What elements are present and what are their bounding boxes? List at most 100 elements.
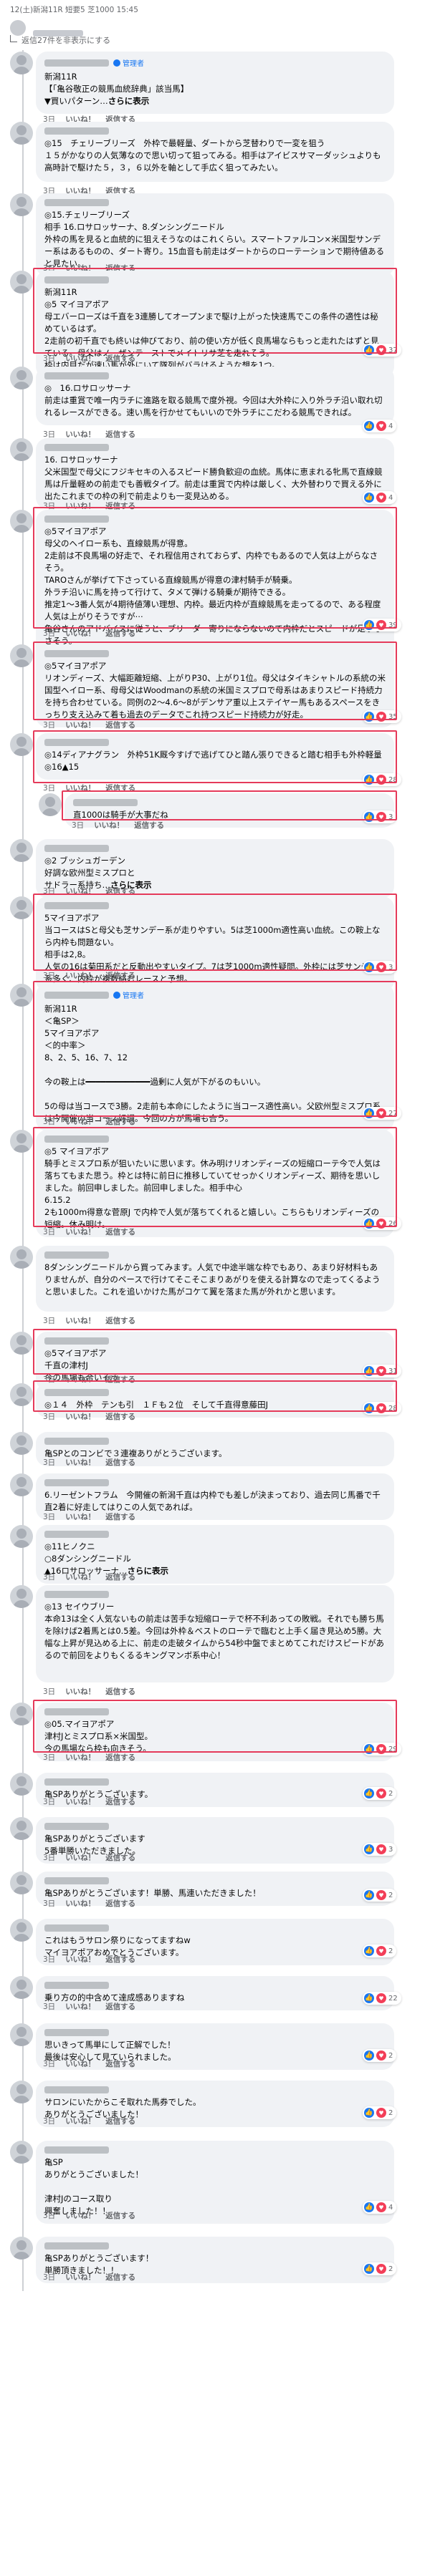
reaction-count[interactable]: 👍 ♥ 2 bbox=[363, 1889, 397, 1902]
avatar[interactable] bbox=[10, 1432, 33, 1455]
author-name-redacted[interactable] bbox=[73, 799, 138, 806]
comment-timestamp[interactable]: 3日 bbox=[43, 628, 55, 639]
comment-timestamp[interactable]: 3日 bbox=[43, 2001, 55, 2012]
avatar[interactable] bbox=[10, 839, 33, 862]
reaction-count[interactable]: 👍 ♥ 2 bbox=[363, 2262, 397, 2275]
avatar[interactable] bbox=[39, 793, 62, 816]
author-name-redacted[interactable] bbox=[44, 372, 109, 379]
like-button[interactable]: いいね！ bbox=[65, 1898, 95, 1909]
reply-button[interactable]: 返信する bbox=[105, 2001, 135, 2012]
comment-timestamp[interactable]: 3日 bbox=[43, 1572, 55, 1582]
like-button[interactable]: いいね！ bbox=[65, 1116, 95, 1127]
comment-timestamp[interactable]: 3日 bbox=[43, 353, 55, 364]
like-button[interactable]: いいね！ bbox=[94, 820, 124, 831]
avatar[interactable] bbox=[10, 2023, 33, 2046]
like-button[interactable]: いいね！ bbox=[65, 1226, 95, 1237]
author-name-redacted[interactable] bbox=[44, 650, 109, 657]
reply-button[interactable]: 返信する bbox=[105, 353, 135, 364]
like-button[interactable]: いいね！ bbox=[65, 2116, 95, 2126]
author-name-redacted[interactable] bbox=[44, 1982, 109, 1989]
avatar[interactable] bbox=[10, 644, 33, 667]
avatar[interactable] bbox=[10, 193, 33, 216]
author-name-redacted[interactable] bbox=[44, 1136, 109, 1143]
like-button[interactable]: いいね！ bbox=[65, 720, 95, 730]
author-name-redacted[interactable] bbox=[44, 2146, 109, 2154]
reaction-count[interactable]: 👍 ♥ 31 bbox=[363, 1365, 401, 1377]
author-name-redacted[interactable] bbox=[44, 1389, 109, 1396]
comment-timestamp[interactable]: 3日 bbox=[43, 886, 55, 896]
reaction-count[interactable]: 👍 ♥ 3 bbox=[363, 1843, 397, 1856]
reaction-count[interactable]: 👍 ♥ 3 bbox=[363, 961, 397, 974]
avatar[interactable] bbox=[10, 1585, 33, 1608]
avatar[interactable] bbox=[10, 20, 26, 36]
reply-button[interactable]: 返信する bbox=[105, 1572, 135, 1582]
avatar[interactable] bbox=[10, 2081, 33, 2103]
author-name-redacted[interactable] bbox=[44, 1479, 109, 1486]
author-name-redacted[interactable] bbox=[44, 1531, 109, 1538]
like-button[interactable]: いいね！ bbox=[65, 2001, 95, 2012]
reply-button[interactable]: 返信する bbox=[105, 1226, 135, 1237]
avatar[interactable] bbox=[10, 2141, 33, 2164]
comment-timestamp[interactable]: 3日 bbox=[43, 1796, 55, 1807]
reply-button[interactable]: 返信する bbox=[105, 628, 135, 639]
comment-timestamp[interactable]: 3日 bbox=[43, 2058, 55, 2069]
author-name-redacted[interactable] bbox=[44, 2242, 109, 2250]
reaction-count[interactable]: 👍 ♥ 26 bbox=[363, 1217, 401, 1230]
hide-replies-label[interactable]: 返信27件を非表示にする bbox=[22, 34, 110, 46]
comment-timestamp[interactable]: 3日 bbox=[43, 1457, 55, 1468]
author-name-redacted[interactable] bbox=[44, 991, 109, 999]
comment-timestamp[interactable]: 3日 bbox=[43, 2272, 55, 2282]
reaction-count[interactable]: 👍 ♥ 37 bbox=[363, 344, 401, 357]
author-name-redacted[interactable] bbox=[44, 902, 109, 909]
reply-button[interactable]: 返信する bbox=[105, 720, 135, 730]
comment-timestamp[interactable]: 3日 bbox=[43, 1686, 55, 1697]
avatar[interactable] bbox=[10, 1525, 33, 1548]
reply-button[interactable]: 返信する bbox=[105, 1954, 135, 1965]
avatar[interactable] bbox=[10, 1976, 33, 1999]
reply-button[interactable]: 返信する bbox=[105, 1511, 135, 1522]
like-button[interactable]: いいね！ bbox=[65, 353, 95, 364]
comment-timestamp[interactable]: 3日 bbox=[43, 1852, 55, 1863]
avatar[interactable] bbox=[10, 122, 33, 145]
avatar[interactable] bbox=[10, 1473, 33, 1496]
avatar[interactable] bbox=[10, 1246, 33, 1269]
author-name-redacted[interactable] bbox=[44, 2029, 109, 2036]
comment-timestamp[interactable]: 3日 bbox=[43, 1752, 55, 1763]
avatar[interactable] bbox=[10, 984, 33, 1007]
comment-timestamp[interactable]: 3日 bbox=[43, 2210, 55, 2221]
like-button[interactable]: いいね！ bbox=[65, 1686, 95, 1697]
avatar[interactable] bbox=[10, 896, 33, 919]
like-button[interactable]: いいね！ bbox=[65, 1954, 95, 1965]
author-name-redacted[interactable] bbox=[44, 739, 109, 746]
like-button[interactable]: いいね！ bbox=[65, 2272, 95, 2282]
reaction-count[interactable]: 👍 ♥ 35 bbox=[363, 710, 401, 723]
reply-button[interactable]: 返信する bbox=[105, 783, 135, 793]
avatar[interactable] bbox=[10, 2237, 33, 2260]
comment-timestamp[interactable]: 3日 bbox=[43, 1898, 55, 1909]
author-name-redacted[interactable] bbox=[44, 1823, 109, 1830]
avatar[interactable] bbox=[10, 271, 33, 294]
author-name-redacted[interactable] bbox=[44, 1251, 109, 1259]
like-button[interactable]: いいね！ bbox=[65, 1511, 95, 1522]
like-button[interactable]: いいね！ bbox=[65, 628, 95, 639]
like-button[interactable]: いいね！ bbox=[65, 783, 95, 793]
avatar[interactable] bbox=[10, 510, 33, 533]
comment-timestamp[interactable]: 3日 bbox=[43, 720, 55, 730]
reply-button[interactable]: 返信する bbox=[105, 2058, 135, 2069]
avatar[interactable] bbox=[10, 1332, 33, 1355]
reply-button[interactable]: 返信する bbox=[105, 1457, 135, 1468]
comment-timestamp[interactable]: 3日 bbox=[43, 783, 55, 793]
comment-timestamp[interactable]: 3日 bbox=[43, 1315, 55, 1326]
comment-timestamp[interactable]: 3日 bbox=[43, 1411, 55, 1422]
reply-button[interactable]: 返信する bbox=[105, 970, 135, 981]
reaction-count[interactable]: 👍 ♥ 2 bbox=[363, 1945, 397, 1957]
author-name-redacted[interactable] bbox=[44, 1591, 109, 1598]
like-button[interactable]: いいね！ bbox=[65, 1572, 95, 1582]
reaction-count[interactable]: 👍 ♥ 22 bbox=[363, 1992, 401, 2005]
comment-timestamp[interactable]: 3日 bbox=[43, 1511, 55, 1522]
author-name-redacted[interactable] bbox=[44, 2086, 109, 2093]
like-button[interactable]: いいね！ bbox=[65, 2058, 95, 2069]
avatar[interactable] bbox=[10, 1383, 33, 1406]
reply-button[interactable]: 返信する bbox=[134, 820, 164, 831]
like-button[interactable]: いいね！ bbox=[65, 1457, 95, 1468]
